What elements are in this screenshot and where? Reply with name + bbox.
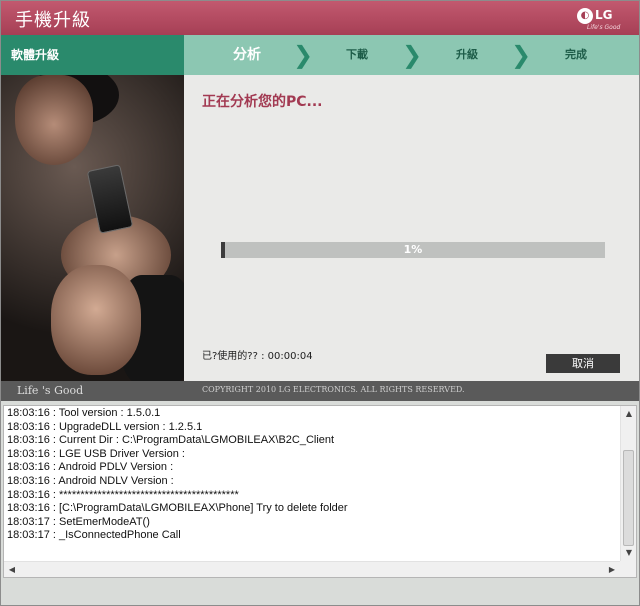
window-title: 手機升級 [15, 10, 91, 31]
step-separator-icon: ❯ [293, 41, 314, 69]
lg-logo-icon: ◐ [577, 8, 593, 24]
app-window: 手機升級 ◐ LG Life's Good 軟體升級 分析 ❯ 下載 ❯ 升級 … [0, 0, 640, 606]
slogan: Life 's Good [17, 384, 84, 397]
log-lines: 18:03:16 : Tool version : 1.5.0.1 18:03:… [7, 407, 617, 543]
log-line: 18:03:16 : LGE USB Driver Version : [7, 447, 185, 460]
vertical-scroll-thumb[interactable] [623, 450, 634, 546]
progress-label: 1% [403, 243, 423, 256]
vertical-scrollbar[interactable]: ▲ ▼ [620, 406, 636, 561]
scrollbar-corner [620, 561, 636, 577]
lg-logo: ◐ LG Life's Good [577, 5, 625, 31]
promo-photo [1, 75, 184, 381]
log-line: 18:03:16 : Current Dir : C:\ProgramData\… [7, 434, 335, 447]
lg-logo-text: LG [595, 8, 613, 22]
scroll-up-icon[interactable]: ▲ [621, 406, 637, 422]
step-separator-icon: ❯ [402, 41, 423, 69]
section-label: 軟體升級 [1, 35, 184, 75]
step-bar: 軟體升級 分析 ❯ 下載 ❯ 升級 ❯ 完成 [1, 35, 639, 75]
progress-bar: 1% [221, 242, 605, 258]
log-line: 18:03:16 : UpgradeDLL version : 1.2.5.1 [7, 420, 203, 433]
status-title: 正在分析您的PC... [202, 94, 323, 110]
title-bar: 手機升級 ◐ LG Life's Good [1, 1, 639, 35]
step-separator-icon: ❯ [511, 41, 532, 69]
cancel-button[interactable]: 取消 [546, 354, 620, 373]
scroll-left-icon[interactable]: ◀ [4, 562, 20, 578]
step-download: 下載 [346, 48, 368, 61]
step-analyze: 分析 [233, 47, 261, 63]
copyright: COPYRIGHT 2010 LG ELECTRONICS. ALL RIGHT… [202, 385, 465, 394]
log-panel[interactable]: 18:03:16 : Tool version : 1.5.0.1 18:03:… [3, 405, 637, 578]
lg-logo-tagline: Life's Good [587, 24, 621, 31]
step-complete: 完成 [565, 48, 587, 61]
log-line: 18:03:16 : Tool version : 1.5.0.1 [7, 407, 161, 419]
main-panel: 正在分析您的PC... 1% 已?使用的?? : 00:00:04 取消 [184, 75, 639, 381]
horizontal-scrollbar[interactable]: ◀ ▶ [4, 561, 620, 577]
log-line: 18:03:16 : Android NDLV Version : [7, 474, 174, 487]
log-line: 18:03:17 : _IsConnectedPhone Call [7, 529, 181, 542]
log-line: 18:03:16 : *****************************… [7, 488, 239, 501]
footer-strip: Life 's Good COPYRIGHT 2010 LG ELECTRONI… [1, 381, 639, 401]
log-line: 18:03:16 : Android PDLV Version : [7, 461, 174, 474]
log-line: 18:03:16 : [C:\ProgramData\LGMOBILEAX\Ph… [7, 502, 348, 515]
step-upgrade: 升級 [456, 48, 478, 61]
elapsed-time: 已?使用的?? : 00:00:04 [202, 351, 313, 362]
scroll-down-icon[interactable]: ▼ [621, 545, 637, 561]
log-line: 18:03:17 : SetEmerModeAT() [7, 515, 150, 528]
scroll-right-icon[interactable]: ▶ [604, 562, 620, 578]
